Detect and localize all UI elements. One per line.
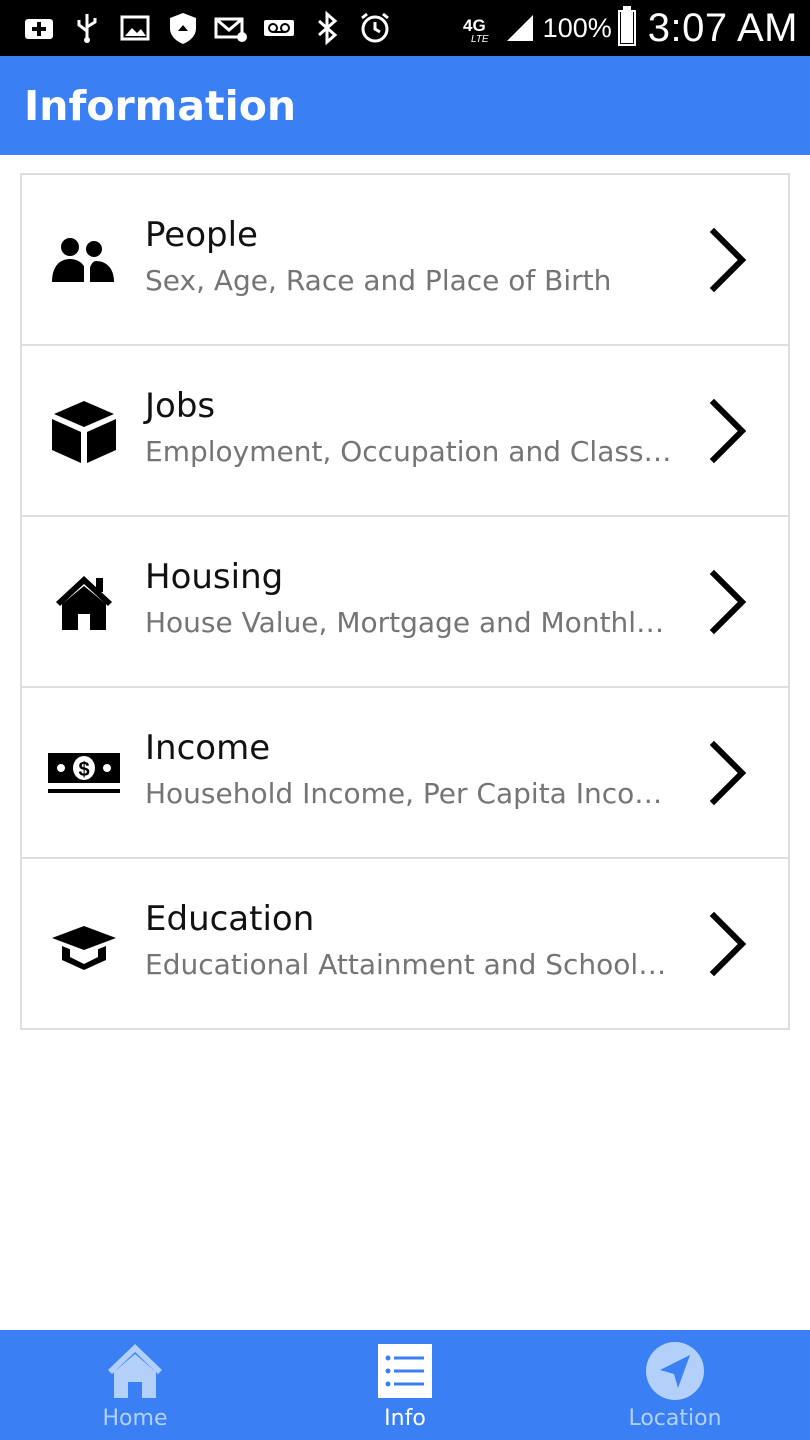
list-item-education[interactable]: Education Educational Attainment and Sch… <box>22 859 788 1030</box>
svg-text:LTE: LTE <box>471 34 489 45</box>
money-icon: $ <box>48 737 120 809</box>
list-item-title: Jobs <box>145 386 216 426</box>
email-icon <box>214 11 248 45</box>
list-item-title: Housing <box>145 557 284 597</box>
list-item-text: Income Household Income, Per Capita Inco… <box>145 726 673 818</box>
nav-label: Location <box>628 1406 722 1431</box>
info-category-list: People Sex, Age, Race and Place of Birth… <box>20 173 790 1030</box>
usb-icon <box>70 11 104 45</box>
alarm-icon <box>358 11 392 45</box>
chevron-right-icon <box>709 911 747 976</box>
list-item-text: People Sex, Age, Race and Place of Birth <box>145 213 673 305</box>
status-time: 3:07 AM <box>647 5 798 50</box>
list-item-title: Income <box>145 728 271 768</box>
list-item-subtitle: Sex, Age, Race and Place of Birth <box>145 264 612 297</box>
list-item-income[interactable]: $ Income Household Income, Per Capita In… <box>22 688 788 859</box>
page-title: Information <box>24 81 297 130</box>
chevron-right-icon <box>709 740 747 805</box>
list-item-text: Jobs Employment, Occupation and Class of… <box>145 384 673 476</box>
signal-4g-lte-icon: 4G LTE <box>463 11 497 45</box>
list-item-people[interactable]: People Sex, Age, Race and Place of Birth <box>22 175 788 346</box>
list-item-subtitle: Employment, Occupation and Class of Work… <box>145 435 673 468</box>
list-icon <box>374 1340 436 1402</box>
svg-text:4G: 4G <box>463 16 486 35</box>
add-box-icon <box>22 11 56 45</box>
bluetooth-icon <box>310 11 344 45</box>
battery-percent: 100% <box>542 12 612 43</box>
nav-label: Info <box>384 1406 426 1431</box>
image-icon <box>118 11 152 45</box>
home-icon <box>104 1340 166 1402</box>
nav-item-info[interactable]: Info <box>270 1330 540 1440</box>
status-system: 4G LTE 100% 3:07 AM <box>463 6 810 51</box>
svg-text:$: $ <box>78 759 89 781</box>
status-bar: 4G LTE 100% 3:07 AM <box>0 0 810 56</box>
navigation-arrow-icon <box>644 1340 706 1402</box>
list-item-jobs[interactable]: Jobs Employment, Occupation and Class of… <box>22 346 788 517</box>
people-icon <box>48 224 120 296</box>
bottom-navigation: Home Info Location <box>0 1330 810 1440</box>
nav-label: Home <box>102 1406 168 1431</box>
list-item-subtitle: Household Income, Per Capita Income <box>145 777 673 810</box>
house-icon <box>48 566 120 638</box>
graduation-cap-icon <box>48 908 120 980</box>
app-bar: Information <box>0 56 810 155</box>
chevron-right-icon <box>709 227 747 292</box>
list-item-title: Education <box>145 899 315 939</box>
list-item-subtitle: Educational Attainment and School Enroll… <box>145 948 673 981</box>
battery-icon <box>617 6 636 46</box>
voicemail-icon <box>262 11 296 45</box>
shield-sync-icon <box>166 11 200 45</box>
nav-item-location[interactable]: Location <box>540 1330 810 1440</box>
chevron-right-icon <box>709 398 747 463</box>
status-notifications <box>0 11 463 45</box>
chevron-right-icon <box>709 569 747 634</box>
signal-strength-icon <box>503 11 537 45</box>
list-item-text: Education Educational Attainment and Sch… <box>145 897 673 989</box>
list-item-subtitle: House Value, Mortgage and Monthly Costs <box>145 606 673 639</box>
cube-icon <box>48 395 120 467</box>
list-item-title: People <box>145 215 258 255</box>
nav-item-home[interactable]: Home <box>0 1330 270 1440</box>
list-item-text: Housing House Value, Mortgage and Monthl… <box>145 555 673 647</box>
list-item-housing[interactable]: Housing House Value, Mortgage and Monthl… <box>22 517 788 688</box>
